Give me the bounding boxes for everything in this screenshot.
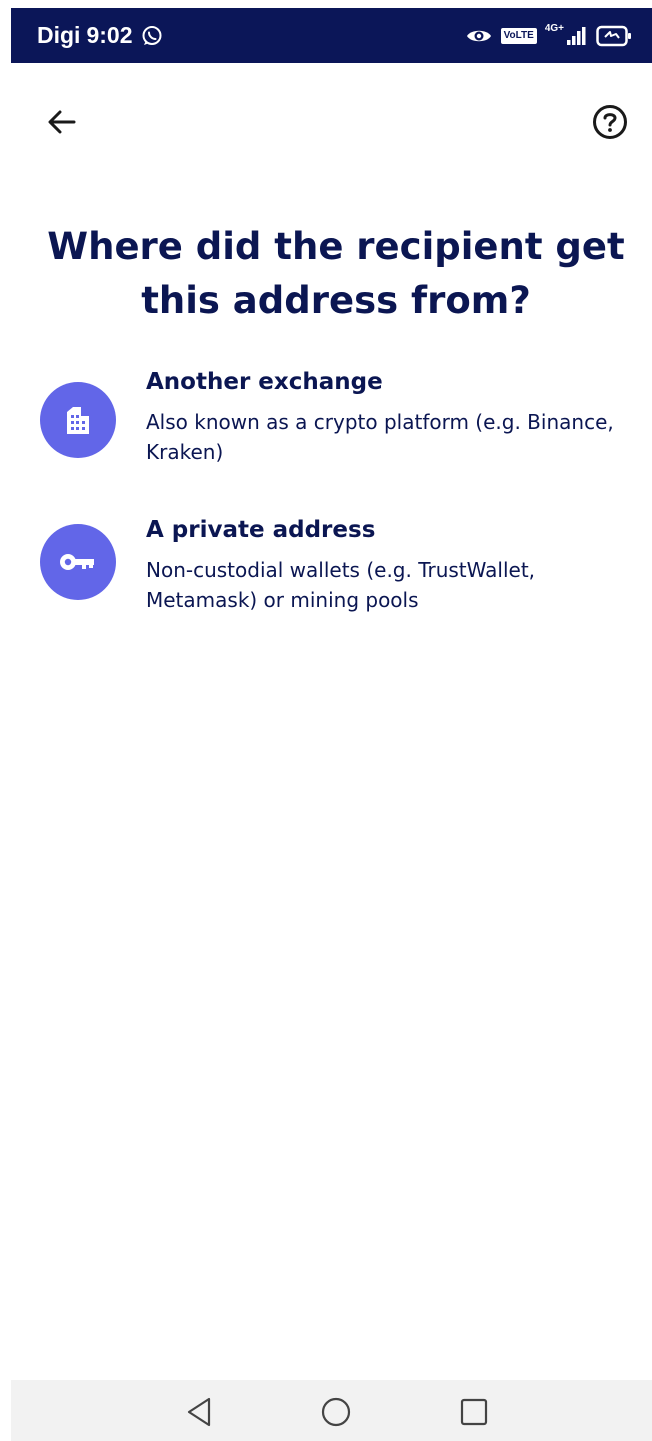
nav-back-icon (184, 1396, 214, 1428)
help-button[interactable] (588, 100, 632, 144)
nav-recents-button[interactable] (454, 1392, 494, 1432)
option-title: A private address (146, 517, 376, 543)
status-left: Digi 9:02 (37, 8, 163, 63)
key-icon (58, 550, 98, 574)
system-navigation-bar (11, 1380, 652, 1441)
building-icon (61, 403, 95, 437)
page-title: Where did the recipient get this address… (47, 225, 625, 322)
option-icon-circle (40, 382, 116, 458)
nav-home-button[interactable] (316, 1392, 356, 1432)
nav-back-button[interactable] (179, 1392, 219, 1432)
whatsapp-icon (141, 25, 163, 47)
eye-icon (465, 27, 493, 45)
battery-charging-icon (596, 25, 632, 47)
nav-recents-icon (459, 1397, 489, 1427)
carrier-name: Digi (37, 22, 81, 48)
back-button[interactable] (40, 100, 84, 144)
status-bar: Digi 9:02 VoLTE 4G+ (11, 8, 652, 63)
nav-home-icon (320, 1396, 352, 1428)
option-title: Another exchange (146, 369, 383, 395)
option-private-address[interactable]: A private address Non-custodial wallets … (30, 512, 642, 622)
arrow-left-icon (47, 109, 77, 135)
volte-icon: VoLTE (500, 27, 537, 44)
question-circle-icon (592, 104, 628, 140)
status-right: VoLTE 4G+ (465, 8, 632, 63)
signal-icon (566, 26, 588, 46)
status-time: 9:02 (86, 22, 133, 48)
option-description: Non-custodial wallets (e.g. TrustWallet,… (146, 558, 536, 612)
option-icon-circle (40, 524, 116, 600)
option-another-exchange[interactable]: Another exchange Also known as a crypto … (30, 364, 642, 474)
option-description: Also known as a crypto platform (e.g. Bi… (146, 410, 614, 464)
network-type-label: 4G+ (544, 23, 564, 34)
